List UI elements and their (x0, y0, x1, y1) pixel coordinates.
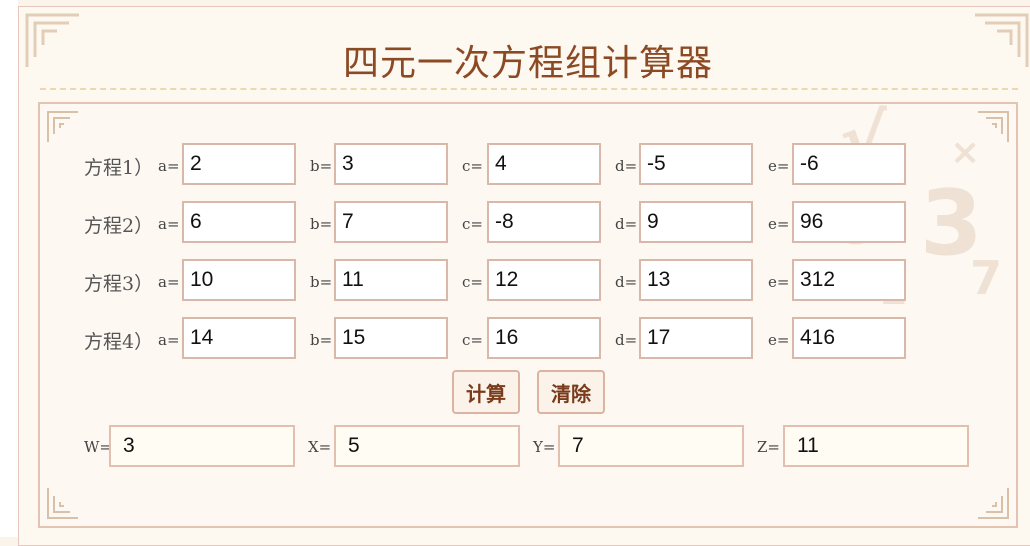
a-label: a= (158, 273, 180, 291)
c-label: c= (462, 215, 483, 233)
y-label: Y= (533, 438, 556, 456)
coef-b-input[interactable] (334, 201, 448, 243)
d-label: d= (615, 157, 638, 175)
b-label: b= (310, 331, 333, 349)
coef-b-input[interactable] (334, 317, 448, 359)
result-z-field[interactable] (783, 425, 969, 467)
result-y-field[interactable] (558, 425, 744, 467)
x-label: X= (308, 438, 332, 456)
clear-button[interactable]: 清除 (537, 370, 605, 414)
b-label: b= (310, 215, 333, 233)
corner-ornament-icon (978, 111, 1009, 142)
result-w-field[interactable] (109, 425, 295, 467)
equation-label: 方程1） (84, 157, 154, 179)
coef-d-input[interactable] (639, 201, 753, 243)
a-label: a= (158, 157, 180, 175)
a-label: a= (158, 331, 180, 349)
svg-text:7: 7 (970, 251, 1002, 305)
coef-e-input[interactable] (792, 201, 906, 243)
coef-a-input[interactable] (182, 317, 296, 359)
b-label: b= (310, 273, 333, 291)
z-label: Z= (757, 438, 780, 456)
coef-d-input[interactable] (639, 259, 753, 301)
coef-a-input[interactable] (182, 259, 296, 301)
calculate-button[interactable]: 计算 (452, 370, 520, 414)
equation-label: 方程3） (84, 273, 154, 295)
coef-e-input[interactable] (792, 259, 906, 301)
coef-c-input[interactable] (487, 201, 601, 243)
title-divider (40, 88, 1018, 90)
corner-ornament-icon (978, 488, 1009, 519)
coef-a-input[interactable] (182, 143, 296, 185)
w-label: W= (84, 438, 112, 456)
e-label: e= (768, 157, 790, 175)
c-label: c= (462, 157, 483, 175)
coef-a-input[interactable] (182, 201, 296, 243)
result-x-field[interactable] (334, 425, 520, 467)
d-label: d= (615, 331, 638, 349)
corner-ornament-icon (47, 111, 78, 142)
equation-label: 方程4） (84, 331, 154, 353)
coef-d-input[interactable] (639, 143, 753, 185)
corner-ornament-icon (47, 488, 78, 519)
e-label: e= (768, 331, 790, 349)
d-label: d= (615, 215, 638, 233)
coef-b-input[interactable] (334, 143, 448, 185)
e-label: e= (768, 215, 790, 233)
a-label: a= (158, 215, 180, 233)
coef-c-input[interactable] (487, 143, 601, 185)
coef-d-input[interactable] (639, 317, 753, 359)
coef-c-input[interactable] (487, 317, 601, 359)
coef-b-input[interactable] (334, 259, 448, 301)
b-label: b= (310, 157, 333, 175)
coef-e-input[interactable] (792, 317, 906, 359)
c-label: c= (462, 331, 483, 349)
c-label: c= (462, 273, 483, 291)
d-label: d= (615, 273, 638, 291)
page-title: 四元一次方程组计算器 (342, 43, 713, 84)
coef-c-input[interactable] (487, 259, 601, 301)
equation-label: 方程2） (84, 215, 154, 237)
coef-e-input[interactable] (792, 143, 906, 185)
e-label: e= (768, 273, 790, 291)
